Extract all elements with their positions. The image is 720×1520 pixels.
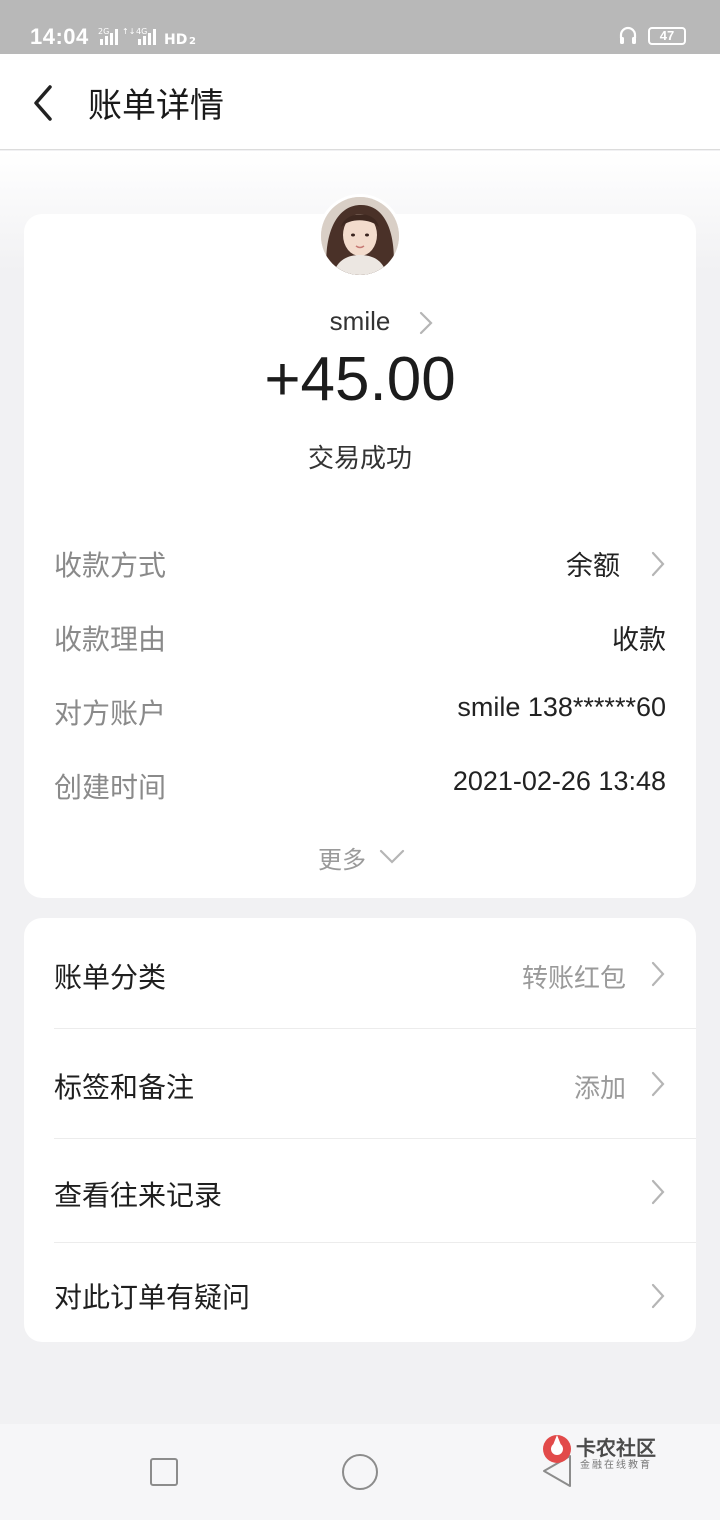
watermark: 卡农社区 金融在线教育: [540, 1430, 670, 1474]
menu-item-label: 标签和备注: [54, 1071, 195, 1104]
svg-text:2G: 2G: [98, 27, 109, 36]
chevron-down-icon: [379, 849, 405, 864]
chevron-right-icon: [651, 1071, 665, 1097]
detail-row-account: 对方账户 smile 138******60: [54, 692, 666, 732]
detail-value: 余额: [566, 551, 620, 582]
detail-row-created-time: 创建时间 2021-02-26 13:48: [54, 766, 666, 806]
detail-label: 创建时间: [54, 771, 167, 804]
svg-text:HD: HD: [164, 32, 187, 46]
detail-row-payment-method[interactable]: 收款方式 余额: [54, 544, 666, 584]
detail-value: smile 138******60: [457, 692, 666, 722]
transaction-status: 交易成功: [307, 444, 412, 474]
avatar[interactable]: [318, 194, 402, 278]
recent-apps-button[interactable]: [150, 1458, 178, 1486]
avatar-portrait: [321, 197, 399, 275]
menu-item-label: 对此订单有疑问: [54, 1281, 251, 1314]
menu-item-label: 账单分类: [54, 961, 167, 994]
counterparty-name: smile: [329, 306, 391, 336]
menu-item-order-question[interactable]: 对此订单有疑问: [24, 1242, 696, 1342]
menu-item-value: 转账红包: [521, 964, 626, 994]
chevron-right-icon: [651, 1283, 665, 1309]
svg-text:4G: 4G: [136, 27, 147, 36]
battery-icon: 47: [648, 27, 686, 45]
detail-label: 收款方式: [54, 549, 167, 582]
detail-label: 对方账户: [54, 697, 167, 730]
chevron-right-icon: [651, 1179, 665, 1205]
more-label: 更多: [318, 846, 366, 874]
battery-level: 47: [659, 28, 675, 43]
watermark-subtitle: 金融在线教育: [580, 1460, 652, 1471]
detail-row-reason: 收款理由 收款: [54, 618, 666, 658]
menu-item-tags-notes[interactable]: 标签和备注 添加: [24, 1028, 696, 1138]
back-arrow-icon[interactable]: [28, 84, 60, 122]
detail-value: 收款: [612, 625, 666, 656]
menu-item-bill-category[interactable]: 账单分类 转账红包: [24, 918, 696, 1028]
menu-item-label: 查看往来记录: [54, 1179, 223, 1212]
chevron-right-icon: [419, 311, 433, 335]
watermark-logo-icon: [543, 1435, 571, 1463]
detail-label: 收款理由: [54, 623, 167, 656]
more-toggle[interactable]: 更多: [0, 840, 720, 875]
home-button[interactable]: [342, 1454, 378, 1490]
chevron-right-icon: [651, 551, 665, 577]
detail-value: 2021-02-26 13:48: [452, 766, 666, 796]
signal-icon: 2G ↑↓ 4G HD 2: [98, 27, 196, 46]
counterparty-name-row[interactable]: smile: [0, 306, 720, 337]
transaction-amount: +45.00: [264, 345, 456, 414]
menu-item-transaction-history[interactable]: 查看往来记录: [24, 1138, 696, 1242]
menu-item-value: 添加: [573, 1074, 626, 1104]
chevron-right-icon: [651, 961, 665, 987]
app-header: 账单详情: [0, 54, 720, 150]
status-time: 14:04: [30, 24, 89, 49]
page-title: 账单详情: [88, 86, 224, 126]
headset-icon: [619, 26, 637, 44]
options-card: 账单分类 转账红包 标签和备注 添加 查看往来记录 对此订单有疑问: [24, 918, 696, 1342]
status-bar: 14:04 2G ↑↓ 4G HD 2 47: [0, 0, 720, 54]
svg-text:2: 2: [189, 36, 196, 46]
screen: 14:04 2G ↑↓ 4G HD 2 47 账单详情 smile +45.00…: [0, 0, 720, 1520]
svg-text:↑↓: ↑↓: [122, 27, 135, 36]
